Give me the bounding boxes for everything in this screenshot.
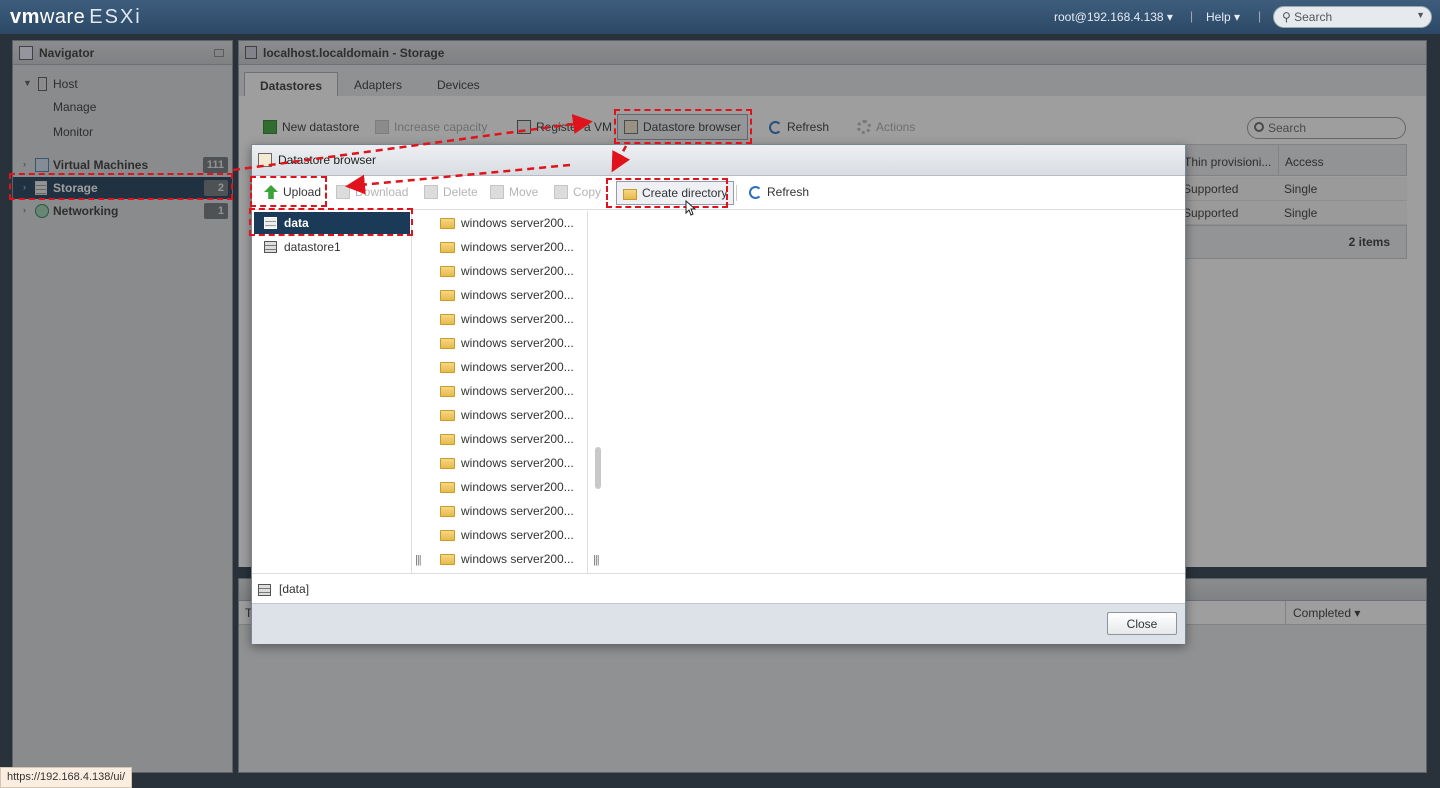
dialog-title: Datastore browser [278, 153, 377, 167]
folder-item[interactable]: windows server200... [440, 503, 580, 527]
copy-icon [554, 185, 568, 199]
download-icon [336, 185, 350, 199]
folder-item[interactable]: windows server200... [440, 527, 580, 551]
move-button[interactable]: Move [490, 185, 538, 199]
folder-name: windows server200... [461, 432, 574, 446]
chevron-down-icon[interactable]: ▼ [1416, 10, 1425, 20]
datastore-item-data[interactable]: data [254, 212, 410, 234]
close-button[interactable]: Close [1107, 612, 1177, 635]
dialog-footer: Close [252, 603, 1185, 644]
folder-name: windows server200... [461, 504, 574, 518]
folder-icon [440, 482, 455, 493]
delete-icon [424, 185, 438, 199]
datastore-icon [264, 217, 277, 229]
folder-name: windows server200... [461, 456, 574, 470]
folder-item[interactable]: windows server200... [440, 359, 580, 383]
folder-name: windows server200... [461, 552, 574, 566]
help-menu[interactable]: Help ▾ [1206, 10, 1240, 24]
column-resize-handle[interactable]: ||| [415, 554, 422, 566]
file-list-pane [605, 211, 1185, 573]
current-path-bar: [data] [252, 573, 1185, 603]
folder-item[interactable]: windows server200... [440, 407, 580, 431]
vmware-esxi-logo: vmware ESXi [10, 6, 142, 28]
folder-item[interactable]: windows server200... [440, 287, 580, 311]
folder-name: windows server200... [461, 264, 574, 278]
toolbar-separator [736, 185, 737, 201]
status-url: https://192.168.4.138/ui/ [0, 767, 133, 788]
delete-button[interactable]: Delete [424, 185, 478, 199]
folder-icon [440, 506, 455, 517]
separator: | [1190, 9, 1194, 23]
copy-button[interactable]: Copy [554, 185, 601, 199]
datastore-icon [264, 241, 277, 253]
folder-item[interactable]: windows server200... [440, 479, 580, 503]
folder-item[interactable]: windows server200... [440, 311, 580, 335]
create-directory-button[interactable]: Create directory [616, 181, 735, 205]
folder-name: windows server200... [461, 528, 574, 542]
refresh-button[interactable]: Refresh [749, 185, 809, 199]
folder-name: windows server200... [461, 312, 574, 326]
folder-item[interactable]: windows server200... [440, 263, 580, 287]
folder-icon [440, 530, 455, 541]
scrollbar-thumb[interactable] [595, 447, 601, 489]
folder-name: windows server200... [461, 480, 574, 494]
folder-name: windows server200... [461, 216, 574, 230]
folder-item[interactable]: windows server200... [440, 431, 580, 455]
folder-name: windows server200... [461, 288, 574, 302]
folder-icon [440, 338, 455, 349]
folder-icon [440, 218, 455, 229]
folder-item[interactable]: windows server200... [440, 551, 580, 575]
datastore-browser-icon [258, 153, 272, 167]
upload-arrow-icon [264, 185, 278, 199]
folder-list-pane: windows server200... windows server200...… [428, 211, 588, 573]
folder-icon [440, 554, 455, 565]
upload-button[interactable]: Upload [264, 185, 321, 199]
separator: | [1258, 9, 1262, 23]
global-search-input[interactable]: ⚲ Search ▼ [1273, 6, 1432, 28]
folder-name: windows server200... [461, 408, 574, 422]
folder-item[interactable]: windows server200... [440, 455, 580, 479]
folder-icon [440, 386, 455, 397]
user-menu[interactable]: root@192.168.4.138 ▾ [1054, 10, 1173, 24]
dialog-toolbar: Upload Download Delete Move Copy Create … [252, 177, 1185, 210]
folder-item[interactable]: windows server200... [440, 335, 580, 359]
download-button[interactable]: Download [336, 185, 408, 199]
new-folder-icon [623, 189, 637, 200]
search-icon: ⚲ [1282, 10, 1295, 24]
top-bar: vmware ESXi root@192.168.4.138 ▾ | Help ▾… [0, 0, 1440, 34]
folder-item[interactable]: windows server200... [440, 215, 580, 239]
column-resize-handle[interactable]: ||| [593, 554, 600, 566]
folder-icon [440, 290, 455, 301]
refresh-icon [749, 186, 762, 199]
folder-name: windows server200... [461, 240, 574, 254]
folder-name: windows server200... [461, 360, 574, 374]
folder-item[interactable]: windows server200... [440, 383, 580, 407]
folder-icon [440, 458, 455, 469]
datastore-icon [258, 584, 271, 596]
folder-icon [440, 242, 455, 253]
folder-name: windows server200... [461, 384, 574, 398]
dialog-title-bar: Datastore browser [252, 145, 1185, 176]
move-icon [490, 185, 504, 199]
folder-icon [440, 314, 455, 325]
current-path: [data] [279, 582, 310, 596]
folder-icon [440, 410, 455, 421]
folder-item[interactable]: windows server200... [440, 239, 580, 263]
folder-icon [440, 266, 455, 277]
datastore-item-datastore1[interactable]: datastore1 [254, 236, 410, 258]
folder-icon [440, 434, 455, 445]
datastore-browser-dialog: Datastore browser Upload Download Delete… [251, 144, 1186, 644]
datastore-list-pane: data datastore1 [252, 211, 412, 573]
folder-name: windows server200... [461, 336, 574, 350]
folder-icon [440, 362, 455, 373]
